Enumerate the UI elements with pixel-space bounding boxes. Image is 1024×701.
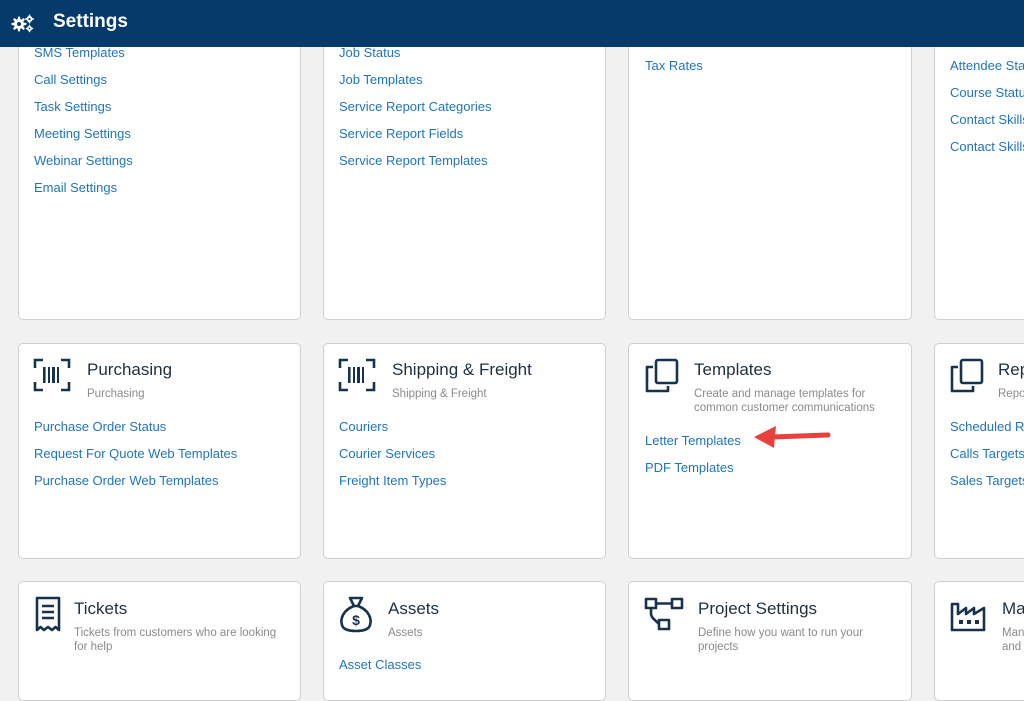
- link-course-status[interactable]: Course Statu: [950, 85, 1024, 100]
- link-job-status[interactable]: Job Status: [339, 45, 400, 60]
- card-subtitle-purchasing: Purchasing: [87, 388, 145, 400]
- card-subtitle-templates-line1: Create and manage templates for: [694, 388, 866, 400]
- settings-card-shipping: Shipping & Freight Shipping & Freight Co…: [323, 343, 606, 559]
- card-title-project-settings: Project Settings: [698, 599, 818, 618]
- settings-card-project-settings: Project Settings Define how you want to …: [628, 581, 912, 701]
- link-tax-rates[interactable]: Tax Rates: [645, 58, 703, 73]
- settings-card-communications: SMS Templates Call Settings Task Setting…: [18, 10, 301, 320]
- card-title-purchasing: Purchasing: [87, 360, 173, 379]
- link-scheduled-reports[interactable]: Scheduled Re: [950, 419, 1024, 434]
- card-title-assets: Assets: [388, 599, 440, 618]
- link-purchase-order-status[interactable]: Purchase Order Status: [34, 419, 166, 434]
- copy-icon: [950, 358, 984, 393]
- link-asset-classes[interactable]: Asset Classes: [339, 657, 421, 672]
- settings-card-courses: Attendee Sta Course Statu Contact Skills…: [934, 10, 1024, 320]
- barcode-icon: [33, 358, 71, 392]
- card-subtitle-shipping: Shipping & Freight: [392, 388, 487, 400]
- settings-card-manufacturing: Ma Man and: [934, 581, 1024, 701]
- link-calls-targets[interactable]: Calls Targets: [950, 446, 1024, 461]
- card-subtitle-manufacturing-line2: and: [1002, 641, 1022, 653]
- card-title-reports: Rep: [998, 360, 1024, 379]
- factory-icon: [950, 602, 986, 632]
- settings-card-reports: Rep Repo Scheduled Re Calls Targets Sale…: [934, 343, 1024, 559]
- link-attendee-status[interactable]: Attendee Sta: [950, 58, 1024, 73]
- link-job-templates[interactable]: Job Templates: [339, 72, 423, 87]
- link-call-settings[interactable]: Call Settings: [34, 72, 107, 87]
- card-subtitle-tickets-line1: Tickets from customers who are looking: [74, 627, 277, 639]
- card-title-manufacturing: Ma: [1002, 599, 1024, 618]
- page-title: Settings: [53, 11, 128, 32]
- link-service-report-categories[interactable]: Service Report Categories: [339, 99, 491, 114]
- link-contact-skills-2[interactable]: Contact Skills: [950, 139, 1024, 154]
- settings-card-purchasing: Purchasing Purchasing Purchase Order Sta…: [18, 343, 301, 559]
- card-title-shipping: Shipping & Freight: [392, 360, 532, 379]
- link-webinar-settings[interactable]: Webinar Settings: [34, 153, 133, 168]
- copy-icon: [645, 358, 679, 393]
- flowchart-icon: [644, 597, 684, 631]
- link-service-report-templates[interactable]: Service Report Templates: [339, 153, 488, 168]
- settings-card-templates: Templates Create and manage templates fo…: [628, 343, 912, 559]
- link-pdf-templates[interactable]: PDF Templates: [645, 460, 734, 475]
- svg-text:$: $: [352, 612, 360, 628]
- link-contact-skills[interactable]: Contact Skills: [950, 112, 1024, 127]
- link-email-settings[interactable]: Email Settings: [34, 180, 117, 195]
- link-task-settings[interactable]: Task Settings: [34, 99, 111, 114]
- link-couriers[interactable]: Couriers: [339, 419, 388, 434]
- card-subtitle-reports: Repo: [998, 388, 1024, 400]
- gears-icon: [11, 14, 34, 33]
- receipt-icon: [35, 596, 61, 632]
- link-sales-targets[interactable]: Sales Targets: [950, 473, 1024, 488]
- link-freight-item-types[interactable]: Freight Item Types: [339, 473, 446, 488]
- card-subtitle-assets: Assets: [388, 627, 423, 639]
- link-purchase-order-web-templates[interactable]: Purchase Order Web Templates: [34, 473, 219, 488]
- link-courier-services[interactable]: Courier Services: [339, 446, 435, 461]
- link-request-for-quote-web-templates[interactable]: Request For Quote Web Templates: [34, 446, 237, 461]
- money-bag-icon: $: [340, 596, 372, 633]
- card-subtitle-templates-line2: common customer communications: [694, 402, 875, 414]
- settings-card-tax: Tax Rates: [628, 10, 912, 320]
- top-bar: Settings: [0, 0, 1024, 47]
- settings-card-jobs: Job Status Job Templates Service Report …: [323, 10, 606, 320]
- arrow-annotation-icon: [754, 426, 831, 448]
- card-subtitle-project-settings-line2: projects: [698, 641, 739, 653]
- card-subtitle-tickets-line2: for help: [74, 641, 113, 653]
- link-letter-templates[interactable]: Letter Templates: [645, 433, 741, 448]
- link-meeting-settings[interactable]: Meeting Settings: [34, 126, 131, 141]
- link-sms-templates[interactable]: SMS Templates: [34, 45, 125, 60]
- barcode-icon: [338, 358, 376, 392]
- card-title-templates: Templates: [694, 360, 772, 379]
- card-title-tickets: Tickets: [74, 599, 128, 618]
- settings-card-assets: $ Assets Assets Asset Classes: [323, 581, 606, 701]
- link-service-report-fields[interactable]: Service Report Fields: [339, 126, 463, 141]
- settings-card-tickets: Tickets Tickets from customers who are l…: [18, 581, 301, 701]
- card-subtitle-manufacturing-line1: Man: [1002, 627, 1024, 639]
- card-subtitle-project-settings-line1: Define how you want to run your: [698, 627, 863, 639]
